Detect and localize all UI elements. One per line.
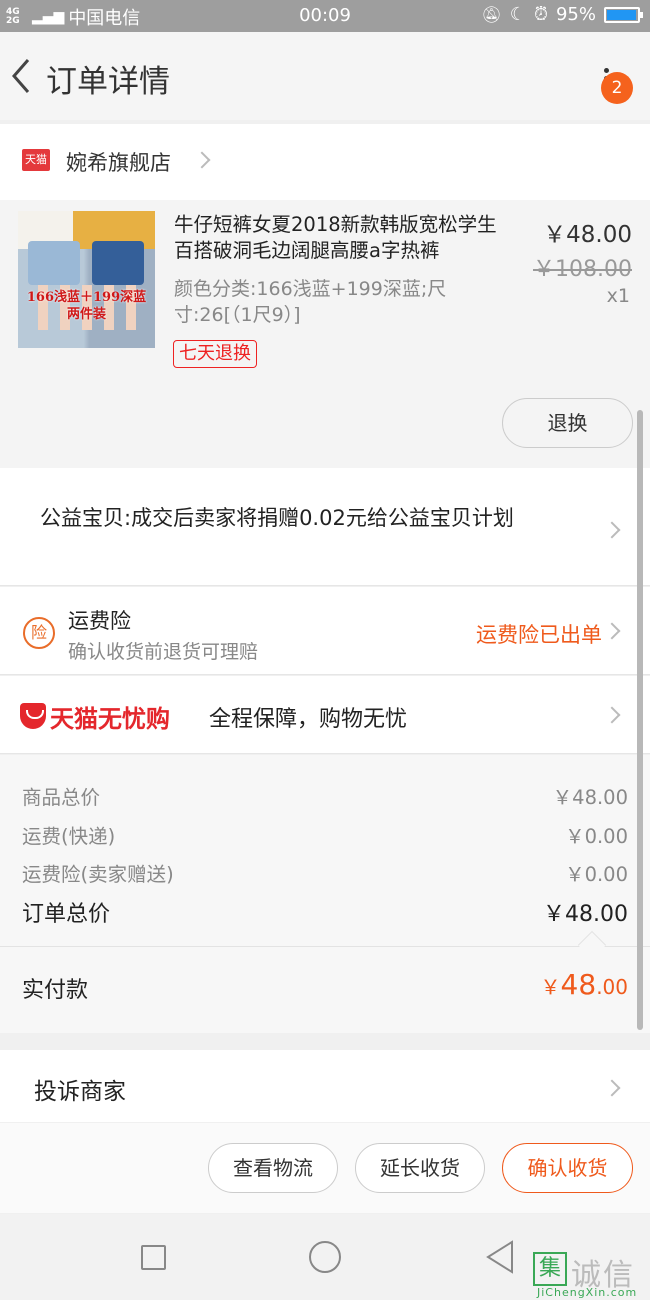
return-exchange-button[interactable]: 退换 (502, 398, 633, 448)
insurance-title: 运费险 (68, 609, 131, 633)
store-row[interactable]: 天猫 婉希旗舰店 (0, 124, 650, 200)
summary-row: 运费险(卖家赠送) ￥0.00 (22, 858, 628, 887)
paid-integer: 48 (560, 968, 597, 1001)
watermark: 集 诚信 JiChengXin.com (533, 1248, 649, 1299)
mute-icon: 🔕︎ (481, 5, 502, 24)
summary-value: ￥0.00 (565, 825, 628, 848)
page-title: 订单详情 (46, 64, 170, 100)
product-image-subtext: 两件装 (66, 307, 106, 322)
paid-currency: ￥ (540, 975, 561, 999)
worry-free-row[interactable]: 天猫无忧购 全程保障，购物无忧 (0, 676, 650, 754)
order-total-label: 订单总价 (22, 902, 111, 927)
tmall-logo-icon: 天猫 (22, 149, 50, 171)
insurance-subtitle: 确认收货前退货可理赔 (68, 641, 259, 663)
order-total-value: ￥48.00 (543, 902, 628, 927)
status-bar: 4G 2G ▂▄▆ 中国电信 00:09 🔕︎ ☾ ⏰︎ 95% (0, 0, 650, 32)
paid-amount: ￥48.00 (541, 968, 628, 1001)
seven-day-return-badge: 七天退换 (173, 340, 257, 368)
notification-badge: 2 (601, 72, 633, 104)
chevron-right-icon (603, 521, 621, 539)
summary-row: 商品总价 ￥48.00 (22, 781, 628, 810)
summary-value: ￥48.00 (552, 786, 628, 809)
chevron-right-icon (603, 622, 621, 640)
scrollbar[interactable] (637, 410, 643, 1030)
chevron-right-icon (193, 151, 211, 169)
insurance-icon: 险 (23, 617, 55, 649)
product-attributes: 颜色分类:166浅蓝+199深蓝;尺寸:26[（1尺9）] (174, 278, 447, 326)
summary-value: ￥0.00 (565, 863, 628, 886)
summary-label: 运费险(卖家赠送) (22, 863, 174, 886)
product-image[interactable]: 166浅蓝＋199深蓝 两件装 (18, 211, 155, 348)
summary-label: 运费(快递) (22, 825, 116, 848)
summary-row: 运费(快递) ￥0.00 (22, 820, 628, 849)
product-original-price: ￥108.00 (533, 257, 632, 282)
divider (0, 946, 650, 947)
back-triangle-icon[interactable] (486, 1240, 514, 1274)
recent-apps-icon[interactable] (141, 1245, 166, 1270)
charity-row[interactable]: 公益宝贝:成交后卖家将捐赠0.02元给公益宝贝计划 (0, 468, 650, 586)
home-icon[interactable] (309, 1241, 341, 1273)
battery-percent: 95% (555, 4, 596, 25)
header: 订单详情 2 (0, 32, 650, 120)
watermark-logo: 集 (533, 1252, 567, 1286)
alarm-icon: ⏰︎ (533, 4, 548, 25)
complaint-row[interactable]: 投诉商家 (0, 1050, 650, 1122)
complaint-label: 投诉商家 (34, 1079, 126, 1105)
insurance-status: 运费险已出单 (476, 623, 602, 647)
product-title[interactable]: 牛仔短裤女夏2018新款韩版宽松学生百搭破洞毛边阔腿高腰a字热裤 (174, 212, 514, 264)
chevron-right-icon (603, 706, 621, 724)
battery-icon (604, 6, 643, 23)
chevron-right-icon (603, 1079, 621, 1097)
product-quantity: x1 (606, 285, 630, 307)
product-price: ￥48.00 (543, 222, 632, 248)
product-image-text: 166浅蓝＋199深蓝 (26, 290, 147, 305)
summary-label: 商品总价 (22, 786, 101, 809)
store-name: 婉希旗舰店 (66, 151, 171, 175)
extend-receipt-button[interactable]: 延长收货 (355, 1143, 485, 1193)
view-logistics-button[interactable]: 查看物流 (208, 1143, 338, 1193)
order-total-row: 订单总价 ￥48.00 (22, 896, 628, 928)
shipping-insurance-row[interactable]: 险 运费险 确认收货前退货可理赔 运费险已出单 (0, 587, 650, 675)
worry-free-brand: 天猫无忧购 (50, 705, 170, 733)
paid-decimal: .00 (596, 975, 628, 999)
watermark-url: JiChengXin.com (537, 1286, 638, 1299)
charity-text: 公益宝贝:成交后卖家将捐赠0.02元给公益宝贝计划 (40, 506, 514, 530)
worry-free-text: 全程保障，购物无忧 (209, 707, 408, 732)
paid-label: 实付款 (22, 978, 89, 1003)
back-arrow-icon[interactable] (8, 56, 36, 96)
tmall-shield-icon (20, 703, 46, 729)
moon-icon: ☾ (509, 4, 526, 25)
action-bar: 查看物流 延长收货 确认收货 (0, 1123, 650, 1213)
battery-fill (607, 9, 636, 20)
confirm-receipt-button[interactable]: 确认收货 (502, 1143, 633, 1193)
